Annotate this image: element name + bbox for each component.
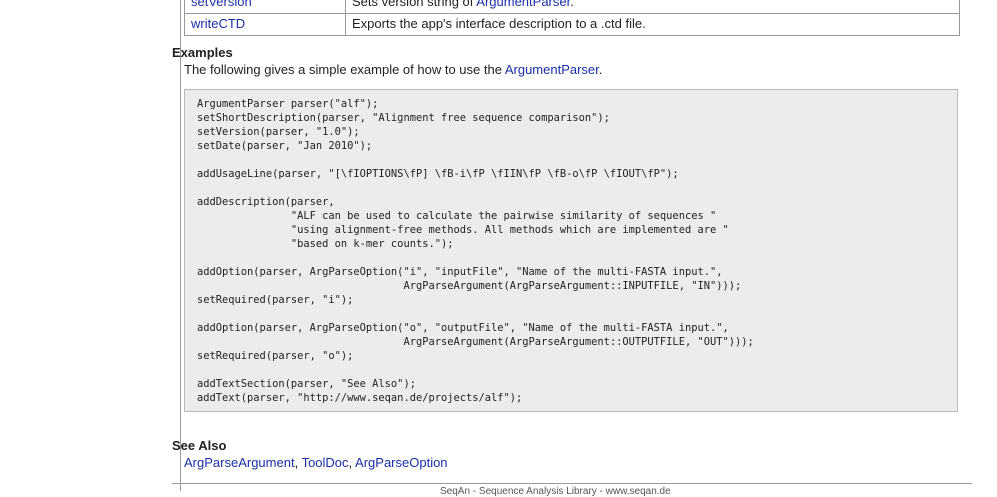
code-example: ArgumentParser parser("alf"); setShortDe…: [197, 98, 754, 404]
left-margin-rule: [180, 0, 181, 491]
examples-heading: Examples: [172, 45, 233, 60]
see-also-link-argparseoption[interactable]: ArgParseOption: [355, 455, 448, 470]
see-also-heading: See Also: [172, 438, 227, 453]
table-row: writeCTD Exports the app's interface des…: [184, 13, 960, 36]
see-also-links: ArgParseArgument, ToolDoc, ArgParseOptio…: [184, 455, 448, 470]
function-link-writectd[interactable]: writeCTD: [191, 16, 245, 31]
argumentparser-link[interactable]: ArgumentParser: [505, 62, 599, 77]
argumentparser-link[interactable]: ArgumentParser: [476, 0, 570, 9]
see-also-link-argparseargument[interactable]: ArgParseArgument: [184, 455, 295, 470]
table-row: setVersion Sets version string of Argume…: [184, 0, 960, 14]
examples-intro: The following gives a simple example of …: [184, 62, 602, 77]
code-example-box: ArgumentParser parser("alf"); setShortDe…: [184, 89, 958, 412]
function-link-setversion[interactable]: setVersion: [191, 0, 252, 9]
functions-table: setVersion Sets version string of Argume…: [184, 0, 960, 36]
intro-suffix: .: [598, 62, 603, 77]
see-also-link-tooldoc[interactable]: ToolDoc: [302, 455, 349, 470]
link-separator: ,: [294, 455, 302, 470]
function-description: Sets version string of: [352, 0, 477, 9]
function-description: Exports the app's interface description …: [352, 16, 646, 31]
intro-text: The following gives a simple example of …: [184, 62, 505, 77]
footer-text: SeqAn - Sequence Analysis Library - www.…: [440, 486, 671, 497]
description-suffix: .: [570, 0, 574, 9]
footer-divider: [172, 483, 972, 484]
